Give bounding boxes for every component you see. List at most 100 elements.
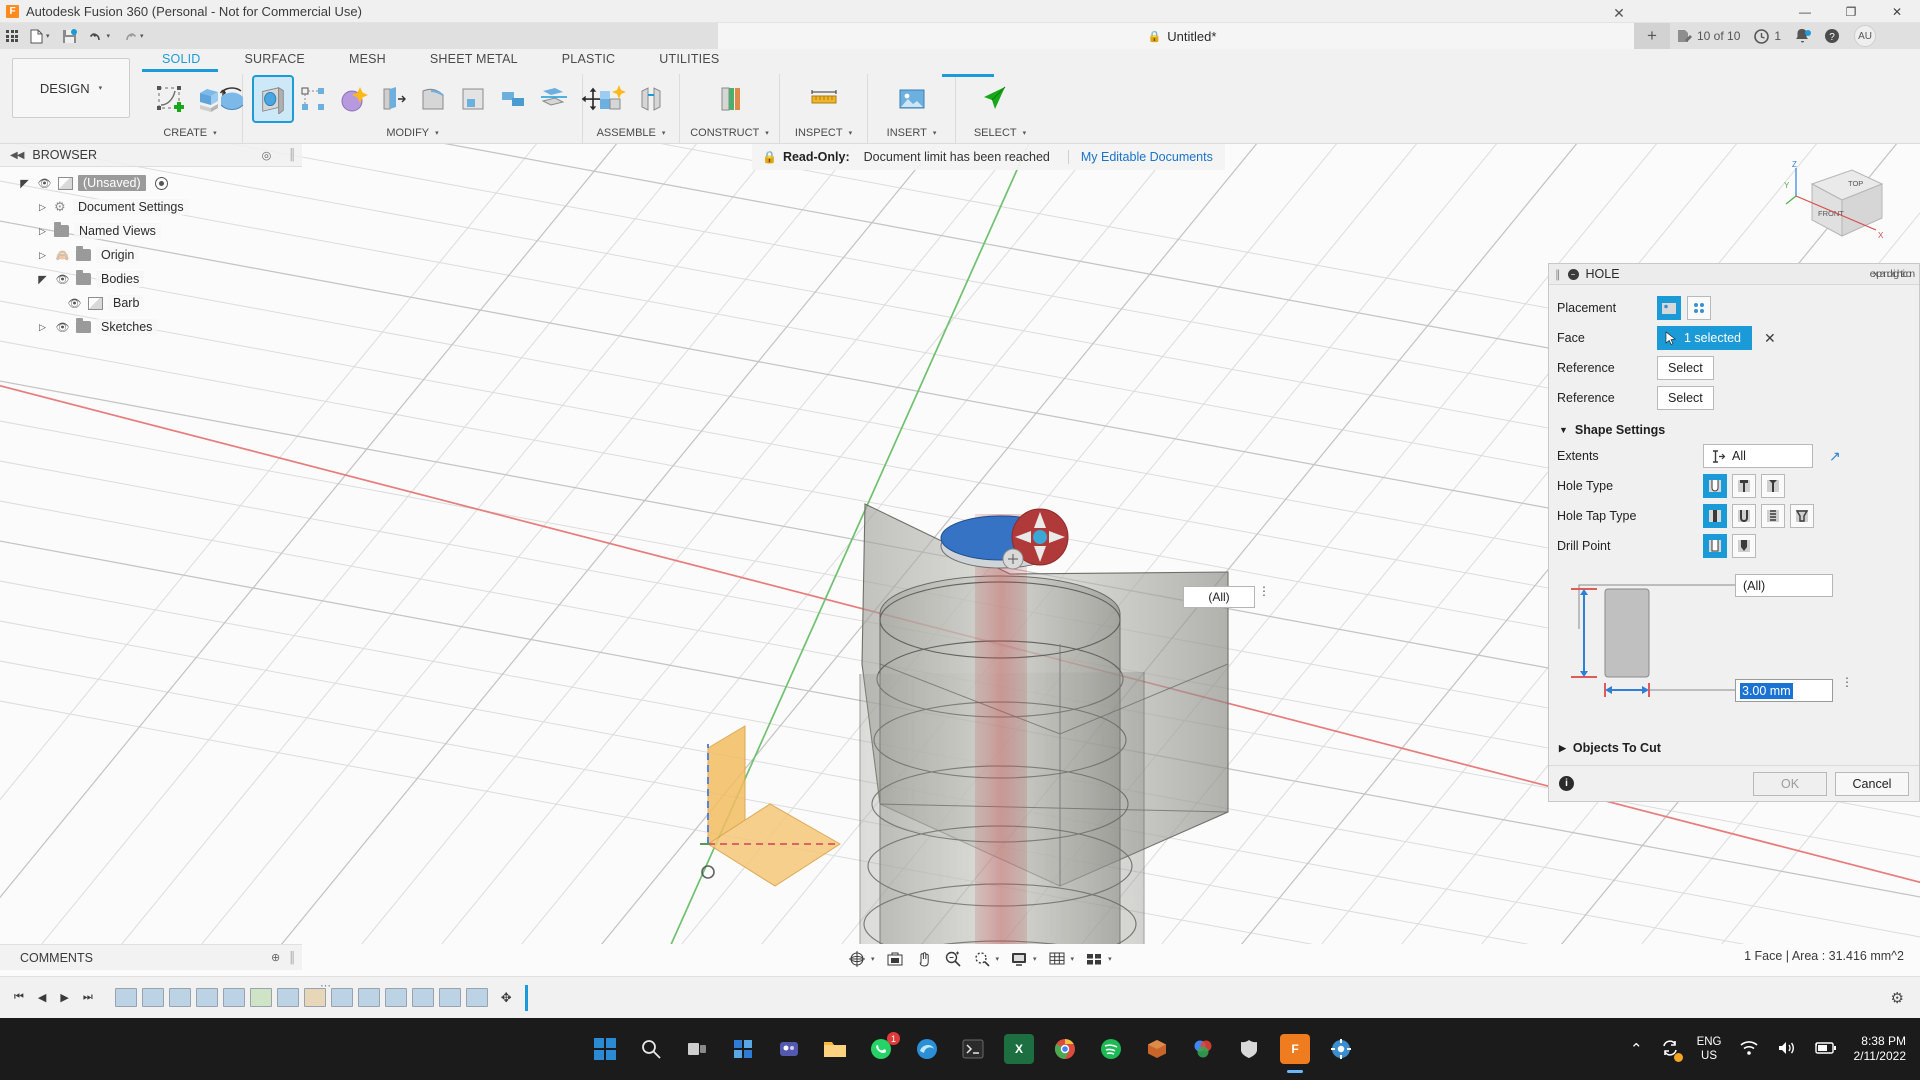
offset-plane-button[interactable]	[711, 77, 749, 121]
chevron-down-icon[interactable]: ▾	[1033, 955, 1037, 963]
timeline-last-button[interactable]: ⏭	[83, 991, 93, 1004]
fillet-button[interactable]	[294, 77, 332, 121]
reference2-select-button[interactable]: Select	[1657, 386, 1714, 410]
grid-snaps-button[interactable]: ▾	[1044, 947, 1079, 971]
tree-item-document-settings[interactable]: ▷ ⚙ Document Settings	[0, 195, 302, 219]
chevron-down-icon[interactable]: ▾	[996, 955, 1000, 963]
face-selection-button[interactable]: 1 selected	[1657, 326, 1752, 350]
file-explorer-icon[interactable]	[820, 1034, 850, 1064]
fusion360-icon[interactable]: F	[1280, 1034, 1310, 1064]
timeline-feature[interactable]	[223, 988, 245, 1007]
job-status-indicator[interactable]: 1	[1754, 29, 1781, 44]
dialog-grip-icon[interactable]: ∥	[1555, 268, 1561, 281]
tap-type-taper-button[interactable]	[1790, 504, 1814, 528]
help-button[interactable]: ?	[1824, 28, 1840, 44]
timeline-feature[interactable]	[358, 988, 380, 1007]
expander-collapsed-icon[interactable]: ▷	[36, 202, 49, 213]
tree-item-named-views[interactable]: ▷ Named Views	[0, 219, 302, 243]
pan-button[interactable]	[911, 947, 937, 971]
timeline-feature[interactable]	[169, 988, 191, 1007]
close-button[interactable]: ✕	[1874, 0, 1920, 23]
create-sketch-button[interactable]	[151, 77, 189, 121]
teams-icon[interactable]	[774, 1034, 804, 1064]
hole-dialog-header[interactable]: ∥ − HOLE expand-right-icon	[1549, 264, 1919, 285]
widgets-icon[interactable]	[728, 1034, 758, 1064]
depth-extents-tag[interactable]: (All)	[1735, 574, 1833, 597]
language-indicator[interactable]: ENG US	[1697, 1035, 1722, 1063]
split-body-button[interactable]	[534, 77, 572, 121]
drill-point-angle-button[interactable]	[1732, 534, 1756, 558]
whatsapp-icon[interactable]: 1	[866, 1034, 896, 1064]
redo-button[interactable]: ▾	[116, 23, 150, 49]
tab-plastic[interactable]: PLASTIC	[540, 52, 638, 66]
tree-item-barb[interactable]: 👁 Barb	[0, 291, 302, 315]
excel-icon[interactable]: X	[1004, 1034, 1034, 1064]
panel-construct-label[interactable]: CONSTRUCT ▾	[690, 124, 769, 142]
canvas-extents-tag[interactable]: (All)	[1183, 586, 1255, 608]
clear-face-selection-button[interactable]: ✕	[1764, 330, 1776, 347]
placement-single-button[interactable]	[1657, 296, 1681, 320]
joint-button[interactable]	[632, 77, 670, 121]
offset-face-button[interactable]	[494, 77, 532, 121]
tab-surface[interactable]: SURFACE	[223, 52, 327, 66]
add-comment-button[interactable]: ⊕	[271, 951, 280, 964]
timeline-marker[interactable]	[525, 985, 528, 1011]
box-app-icon[interactable]	[1142, 1034, 1172, 1064]
document-count-indicator[interactable]: 10 of 10	[1676, 29, 1740, 44]
notifications-button[interactable]	[1795, 28, 1810, 44]
panel-assemble-label[interactable]: ASSEMBLE ▾	[597, 124, 666, 142]
hole-button[interactable]	[254, 77, 292, 121]
visibility-eye-icon[interactable]: 👁	[54, 321, 71, 334]
scale-button[interactable]	[454, 77, 492, 121]
orbit-button[interactable]: ▾	[844, 947, 879, 971]
timeline-feature[interactable]	[466, 988, 488, 1007]
timeline-feature[interactable]	[412, 988, 434, 1007]
measure-button[interactable]	[805, 77, 843, 121]
press-pull-button[interactable]	[214, 77, 252, 121]
circles-app-icon[interactable]	[1188, 1034, 1218, 1064]
diameter-value-input[interactable]: 3.00 mm	[1735, 679, 1833, 702]
chevron-down-icon[interactable]: ▾	[1071, 955, 1075, 963]
timeline-feature[interactable]	[385, 988, 407, 1007]
activate-component-radio[interactable]	[155, 177, 168, 190]
timeline-feature[interactable]	[277, 988, 299, 1007]
maximize-button[interactable]: ❐	[1828, 0, 1874, 23]
timeline-feature[interactable]	[439, 988, 461, 1007]
cancel-button[interactable]: Cancel	[1835, 772, 1909, 796]
insert-mcmaster-button[interactable]	[893, 77, 931, 121]
tap-type-tapped-button[interactable]	[1761, 504, 1785, 528]
collapse-left-icon[interactable]: ◀◀	[10, 150, 23, 161]
drill-point-flat-button[interactable]	[1703, 534, 1727, 558]
my-editable-documents-link[interactable]: My Editable Documents	[1069, 150, 1225, 164]
fit-button[interactable]: ▾	[969, 947, 1004, 971]
reference1-select-button[interactable]: Select	[1657, 356, 1714, 380]
terminal-icon[interactable]	[958, 1034, 988, 1064]
view-cube[interactable]: TOP FRONT Z Y X	[1782, 158, 1892, 258]
search-icon[interactable]	[636, 1034, 666, 1064]
hole-type-simple-button[interactable]	[1703, 474, 1727, 498]
timeline-move-icon[interactable]: ✥	[501, 990, 512, 1006]
select-tool-button[interactable]	[981, 77, 1019, 121]
panel-modify-label[interactable]: MODIFY ▾	[386, 124, 438, 142]
tab-utilities[interactable]: UTILITIES	[637, 52, 741, 66]
objects-to-cut-section-header[interactable]: ▶ Objects To Cut	[1559, 741, 1911, 755]
browser-pin-icon[interactable]: ◎	[262, 149, 272, 162]
start-windows-icon[interactable]	[590, 1034, 620, 1064]
document-tab-close-button[interactable]: ✕	[1606, 0, 1632, 26]
draft-button[interactable]	[414, 77, 452, 121]
panel-select-label[interactable]: SELECT ▾	[974, 124, 1026, 142]
comments-resize-handle[interactable]: ║	[288, 952, 296, 964]
new-component-button[interactable]	[592, 77, 630, 121]
vpn-icon[interactable]	[1234, 1034, 1264, 1064]
undo-button[interactable]: ▾	[83, 23, 117, 49]
comments-panel[interactable]: COMMENTS ⊕ ║	[0, 944, 302, 970]
tab-solid[interactable]: SOLID	[140, 52, 223, 66]
new-document-tab-button[interactable]: +	[1634, 23, 1670, 49]
settings-icon[interactable]	[1326, 1034, 1356, 1064]
app-grid-button[interactable]	[0, 23, 24, 49]
expander-expanded-icon[interactable]: ◤	[18, 177, 31, 190]
shell-button[interactable]	[374, 77, 412, 121]
ok-button[interactable]: OK	[1753, 772, 1827, 796]
expander-collapsed-icon[interactable]: ▷	[36, 226, 49, 237]
timeline-settings-gear-icon[interactable]: ⚙	[1891, 989, 1904, 1007]
